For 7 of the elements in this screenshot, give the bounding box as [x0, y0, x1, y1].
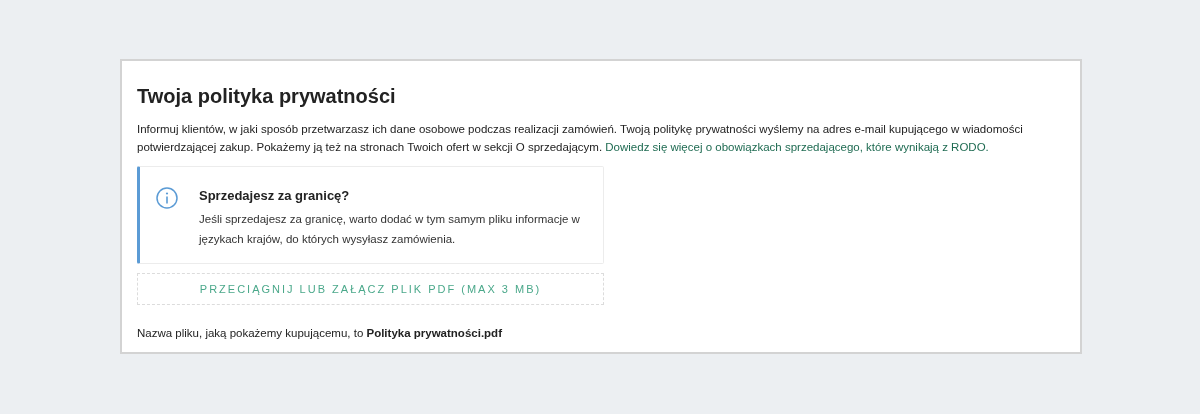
info-icon: [156, 187, 178, 209]
rodo-link[interactable]: Dowiedz się więcej o obowiązkach sprzedającego, które wynikają z RODO.: [605, 141, 989, 153]
section-title: Twoja polityka prywatności: [137, 84, 397, 109]
intro-paragraph: Informuj klientów, w jaki sposób przetwarzasz ich dane osobowe podczas realizacji zamówień. Twoją politykę prywatności wyślemy na adres e-mail kupującego w wiadomości potwierdzającej zakup. Pokażemy ją też na stronach Twoich ofert w sekcji O sprzedającym. Dowiedz się więcej o obowiązkach sprzedającego, które wynikają z RODO.: [137, 122, 1024, 155]
notice-title: Sprzedajesz za granicę?: [199, 187, 351, 205]
file-name-note: Nazwa pliku, jaką pokażemy kupującemu, to Polityka prywatności.pdf: [137, 326, 503, 341]
notice-text: Jeśli sprzedajesz za granicę, warto dodać w tym samym pliku informacje w językach krajów, do których wysyłasz zamówienia.: [199, 212, 581, 247]
